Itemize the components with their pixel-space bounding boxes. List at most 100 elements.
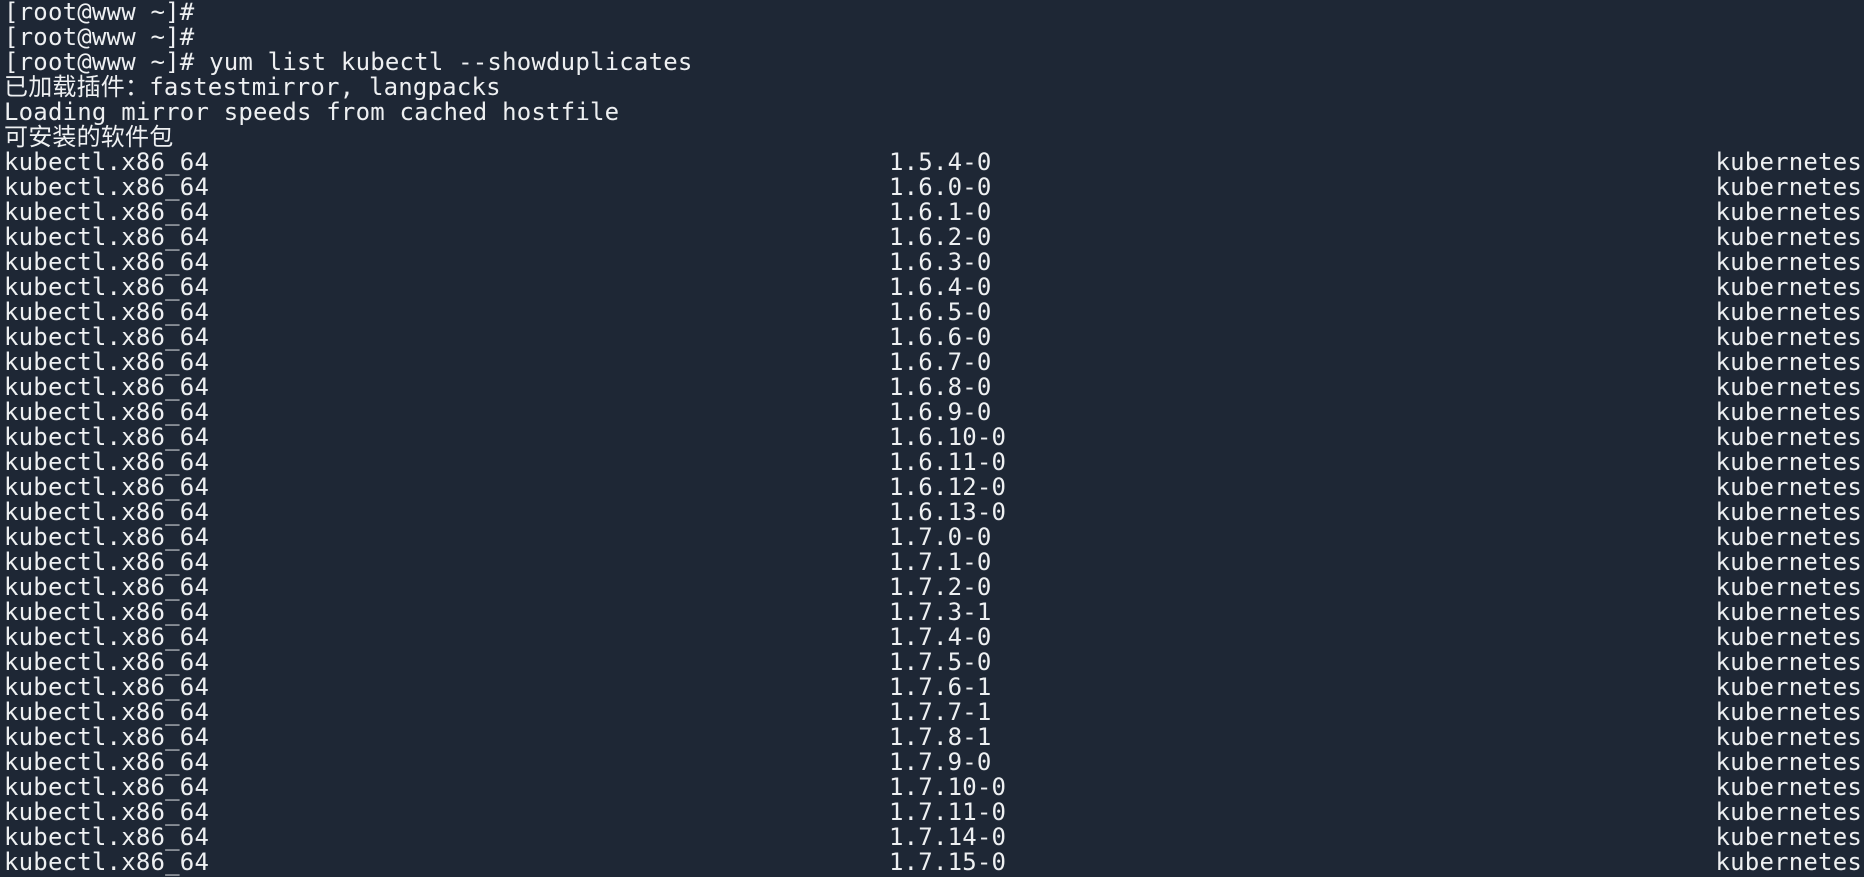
package-repo: kubernetes: [1715, 773, 1862, 801]
package-name: kubectl.x86_64: [4, 148, 210, 176]
package-name: kubectl.x86_64: [4, 273, 210, 301]
package-version: 1.6.11-0: [889, 448, 1007, 476]
prompt-line: [root@www ~]#: [4, 0, 195, 26]
package-row: kubectl.x86_64 1.7.3-1 kubernetes: [0, 600, 1864, 625]
package-row: kubectl.x86_64 1.6.8-0 kubernetes: [0, 375, 1864, 400]
package-name: kubectl.x86_64: [4, 423, 210, 451]
package-row: kubectl.x86_64 1.6.7-0 kubernetes: [0, 350, 1864, 375]
package-name: kubectl.x86_64: [4, 448, 210, 476]
package-repo: kubernetes: [1715, 273, 1862, 301]
package-name: kubectl.x86_64: [4, 223, 210, 251]
package-version: 1.7.8-1: [889, 723, 992, 751]
package-row: kubectl.x86_64 1.5.4-0 kubernetes: [0, 150, 1864, 175]
package-row: kubectl.x86_64 1.6.2-0 kubernetes: [0, 225, 1864, 250]
package-repo: kubernetes: [1715, 748, 1862, 776]
package-row: kubectl.x86_64 1.7.8-1 kubernetes: [0, 725, 1864, 750]
package-row: kubectl.x86_64 1.6.3-0 kubernetes: [0, 250, 1864, 275]
package-name: kubectl.x86_64: [4, 698, 210, 726]
package-repo: kubernetes: [1715, 223, 1862, 251]
package-repo: kubernetes: [1715, 523, 1862, 551]
package-version: 1.7.2-0: [889, 573, 992, 601]
package-row: kubectl.x86_64 1.7.5-0 kubernetes: [0, 650, 1864, 675]
package-row: kubectl.x86_64 1.7.1-0 kubernetes: [0, 550, 1864, 575]
package-name: kubectl.x86_64: [4, 723, 210, 751]
package-repo: kubernetes: [1715, 448, 1862, 476]
package-row: kubectl.x86_64 1.7.9-0 kubernetes: [0, 750, 1864, 775]
package-version: 1.6.1-0: [889, 198, 992, 226]
package-row: kubectl.x86_64 1.6.11-0 kubernetes: [0, 450, 1864, 475]
package-name: kubectl.x86_64: [4, 573, 210, 601]
package-row: kubectl.x86_64 1.6.4-0 kubernetes: [0, 275, 1864, 300]
package-repo: kubernetes: [1715, 698, 1862, 726]
package-name: kubectl.x86_64: [4, 373, 210, 401]
package-row: kubectl.x86_64 1.7.0-0 kubernetes: [0, 525, 1864, 550]
package-name: kubectl.x86_64: [4, 623, 210, 651]
package-version: 1.7.0-0: [889, 523, 992, 551]
package-repo: kubernetes: [1715, 148, 1862, 176]
package-name: kubectl.x86_64: [4, 198, 210, 226]
package-repo: kubernetes: [1715, 798, 1862, 826]
package-name: kubectl.x86_64: [4, 773, 210, 801]
package-version: 1.7.3-1: [889, 598, 992, 626]
package-repo: kubernetes: [1715, 723, 1862, 751]
package-repo: kubernetes: [1715, 173, 1862, 201]
package-version: 1.6.10-0: [889, 423, 1007, 451]
mirror-status-line: Loading mirror speeds from cached hostfi…: [4, 98, 620, 126]
package-version: 1.5.4-0: [889, 148, 992, 176]
package-version: 1.7.4-0: [889, 623, 992, 651]
package-name: kubectl.x86_64: [4, 648, 210, 676]
package-name: kubectl.x86_64: [4, 823, 210, 851]
package-version: 1.7.5-0: [889, 648, 992, 676]
package-repo: kubernetes: [1715, 473, 1862, 501]
package-version: 1.6.7-0: [889, 348, 992, 376]
package-version: 1.6.0-0: [889, 173, 992, 201]
package-repo: kubernetes: [1715, 423, 1862, 451]
package-name: kubectl.x86_64: [4, 748, 210, 776]
package-row: kubectl.x86_64 1.7.4-0 kubernetes: [0, 625, 1864, 650]
package-row: kubectl.x86_64 1.6.12-0 kubernetes: [0, 475, 1864, 500]
package-version: 1.6.12-0: [889, 473, 1007, 501]
package-row: kubectl.x86_64 1.6.0-0 kubernetes: [0, 175, 1864, 200]
plugins-loaded-line: 已加载插件：fastestmirror, langpacks: [4, 73, 501, 101]
package-version: 1.6.5-0: [889, 298, 992, 326]
package-row: kubectl.x86_64 1.7.15-0 kubernetes: [0, 850, 1864, 875]
package-repo: kubernetes: [1715, 248, 1862, 276]
package-row: kubectl.x86_64 1.7.11-0 kubernetes: [0, 800, 1864, 825]
package-version: 1.7.10-0: [889, 773, 1007, 801]
package-row: kubectl.x86_64 1.6.6-0 kubernetes: [0, 325, 1864, 350]
package-repo: kubernetes: [1715, 598, 1862, 626]
package-repo: kubernetes: [1715, 373, 1862, 401]
package-repo: kubernetes: [1715, 498, 1862, 526]
package-name: kubectl.x86_64: [4, 848, 210, 876]
package-row: kubectl.x86_64 1.7.6-1 kubernetes: [0, 675, 1864, 700]
terminal-window[interactable]: [root@www ~]# [root@www ~]# [root@www ~]…: [0, 0, 1864, 877]
package-name: kubectl.x86_64: [4, 798, 210, 826]
package-repo: kubernetes: [1715, 648, 1862, 676]
package-row: kubectl.x86_64 1.6.13-0 kubernetes: [0, 500, 1864, 525]
package-version: 1.6.6-0: [889, 323, 992, 351]
package-name: kubectl.x86_64: [4, 673, 210, 701]
package-repo: kubernetes: [1715, 348, 1862, 376]
package-name: kubectl.x86_64: [4, 348, 210, 376]
package-name: kubectl.x86_64: [4, 598, 210, 626]
package-version: 1.6.4-0: [889, 273, 992, 301]
package-row: kubectl.x86_64 1.6.5-0 kubernetes: [0, 300, 1864, 325]
package-name: kubectl.x86_64: [4, 298, 210, 326]
package-version: 1.6.2-0: [889, 223, 992, 251]
package-repo: kubernetes: [1715, 398, 1862, 426]
package-row: kubectl.x86_64 1.6.1-0 kubernetes: [0, 200, 1864, 225]
package-row: kubectl.x86_64 1.7.2-0 kubernetes: [0, 575, 1864, 600]
package-row: kubectl.x86_64 1.6.9-0 kubernetes: [0, 400, 1864, 425]
package-name: kubectl.x86_64: [4, 323, 210, 351]
package-row: kubectl.x86_64 1.7.14-0 kubernetes: [0, 825, 1864, 850]
package-name: kubectl.x86_64: [4, 473, 210, 501]
package-version: 1.6.13-0: [889, 498, 1007, 526]
package-repo: kubernetes: [1715, 573, 1862, 601]
package-row: kubectl.x86_64 1.7.10-0 kubernetes: [0, 775, 1864, 800]
package-repo: kubernetes: [1715, 198, 1862, 226]
package-name: kubectl.x86_64: [4, 498, 210, 526]
package-name: kubectl.x86_64: [4, 173, 210, 201]
package-version: 1.7.14-0: [889, 823, 1007, 851]
package-version: 1.7.1-0: [889, 548, 992, 576]
package-name: kubectl.x86_64: [4, 248, 210, 276]
